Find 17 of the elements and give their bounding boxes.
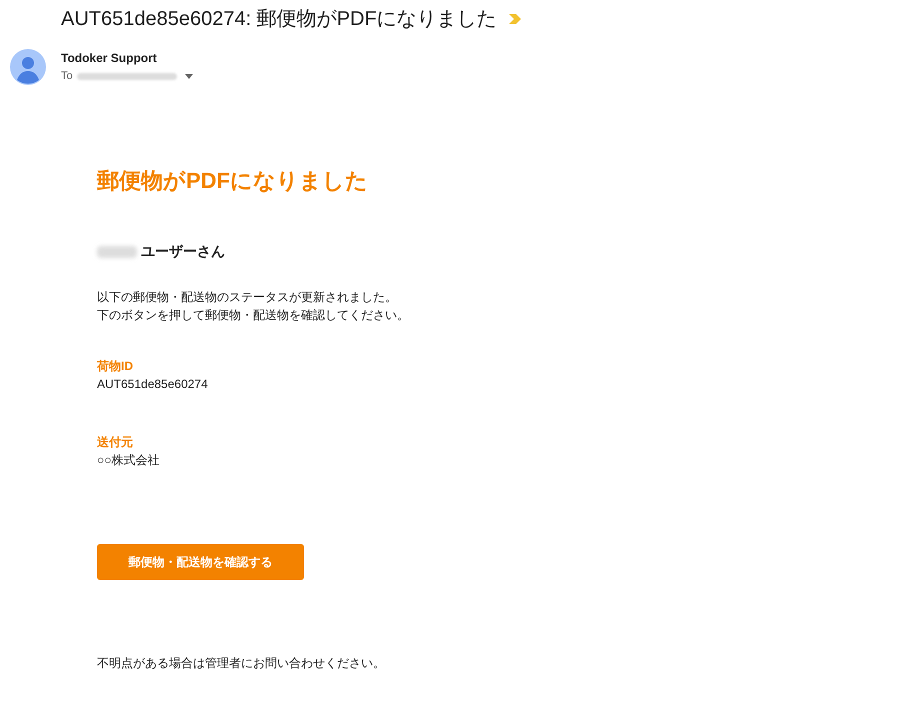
sender-name: Todoker Support: [61, 50, 158, 66]
email-subject: AUT651de85e60274: 郵便物がPDFになりました: [61, 7, 497, 32]
field-label: 送付元: [97, 434, 134, 451]
redacted-name: [97, 246, 137, 258]
field-value: ○○株式会社: [97, 452, 160, 469]
confirm-button[interactable]: 郵便物・配送物を確認する: [97, 544, 304, 580]
email-heading: 郵便物がPDFになりました: [97, 167, 368, 195]
message-line: 以下の郵便物・配送物のステータスが更新されました。: [97, 289, 398, 306]
avatar-icon: [10, 49, 46, 85]
field-label: 荷物ID: [97, 358, 134, 375]
dropdown-caret-icon[interactable]: [184, 74, 193, 79]
greeting: ユーザーさん: [141, 242, 225, 261]
importance-marker-icon[interactable]: [508, 14, 521, 24]
message-line: 下のボタンを押して郵便物・配送物を確認してください。: [97, 307, 409, 324]
footer-note: 不明点がある場合は管理者にお問い合わせください。: [97, 655, 385, 672]
field-value: AUT651de85e60274: [97, 376, 208, 393]
recipient-label: To: [61, 69, 73, 84]
